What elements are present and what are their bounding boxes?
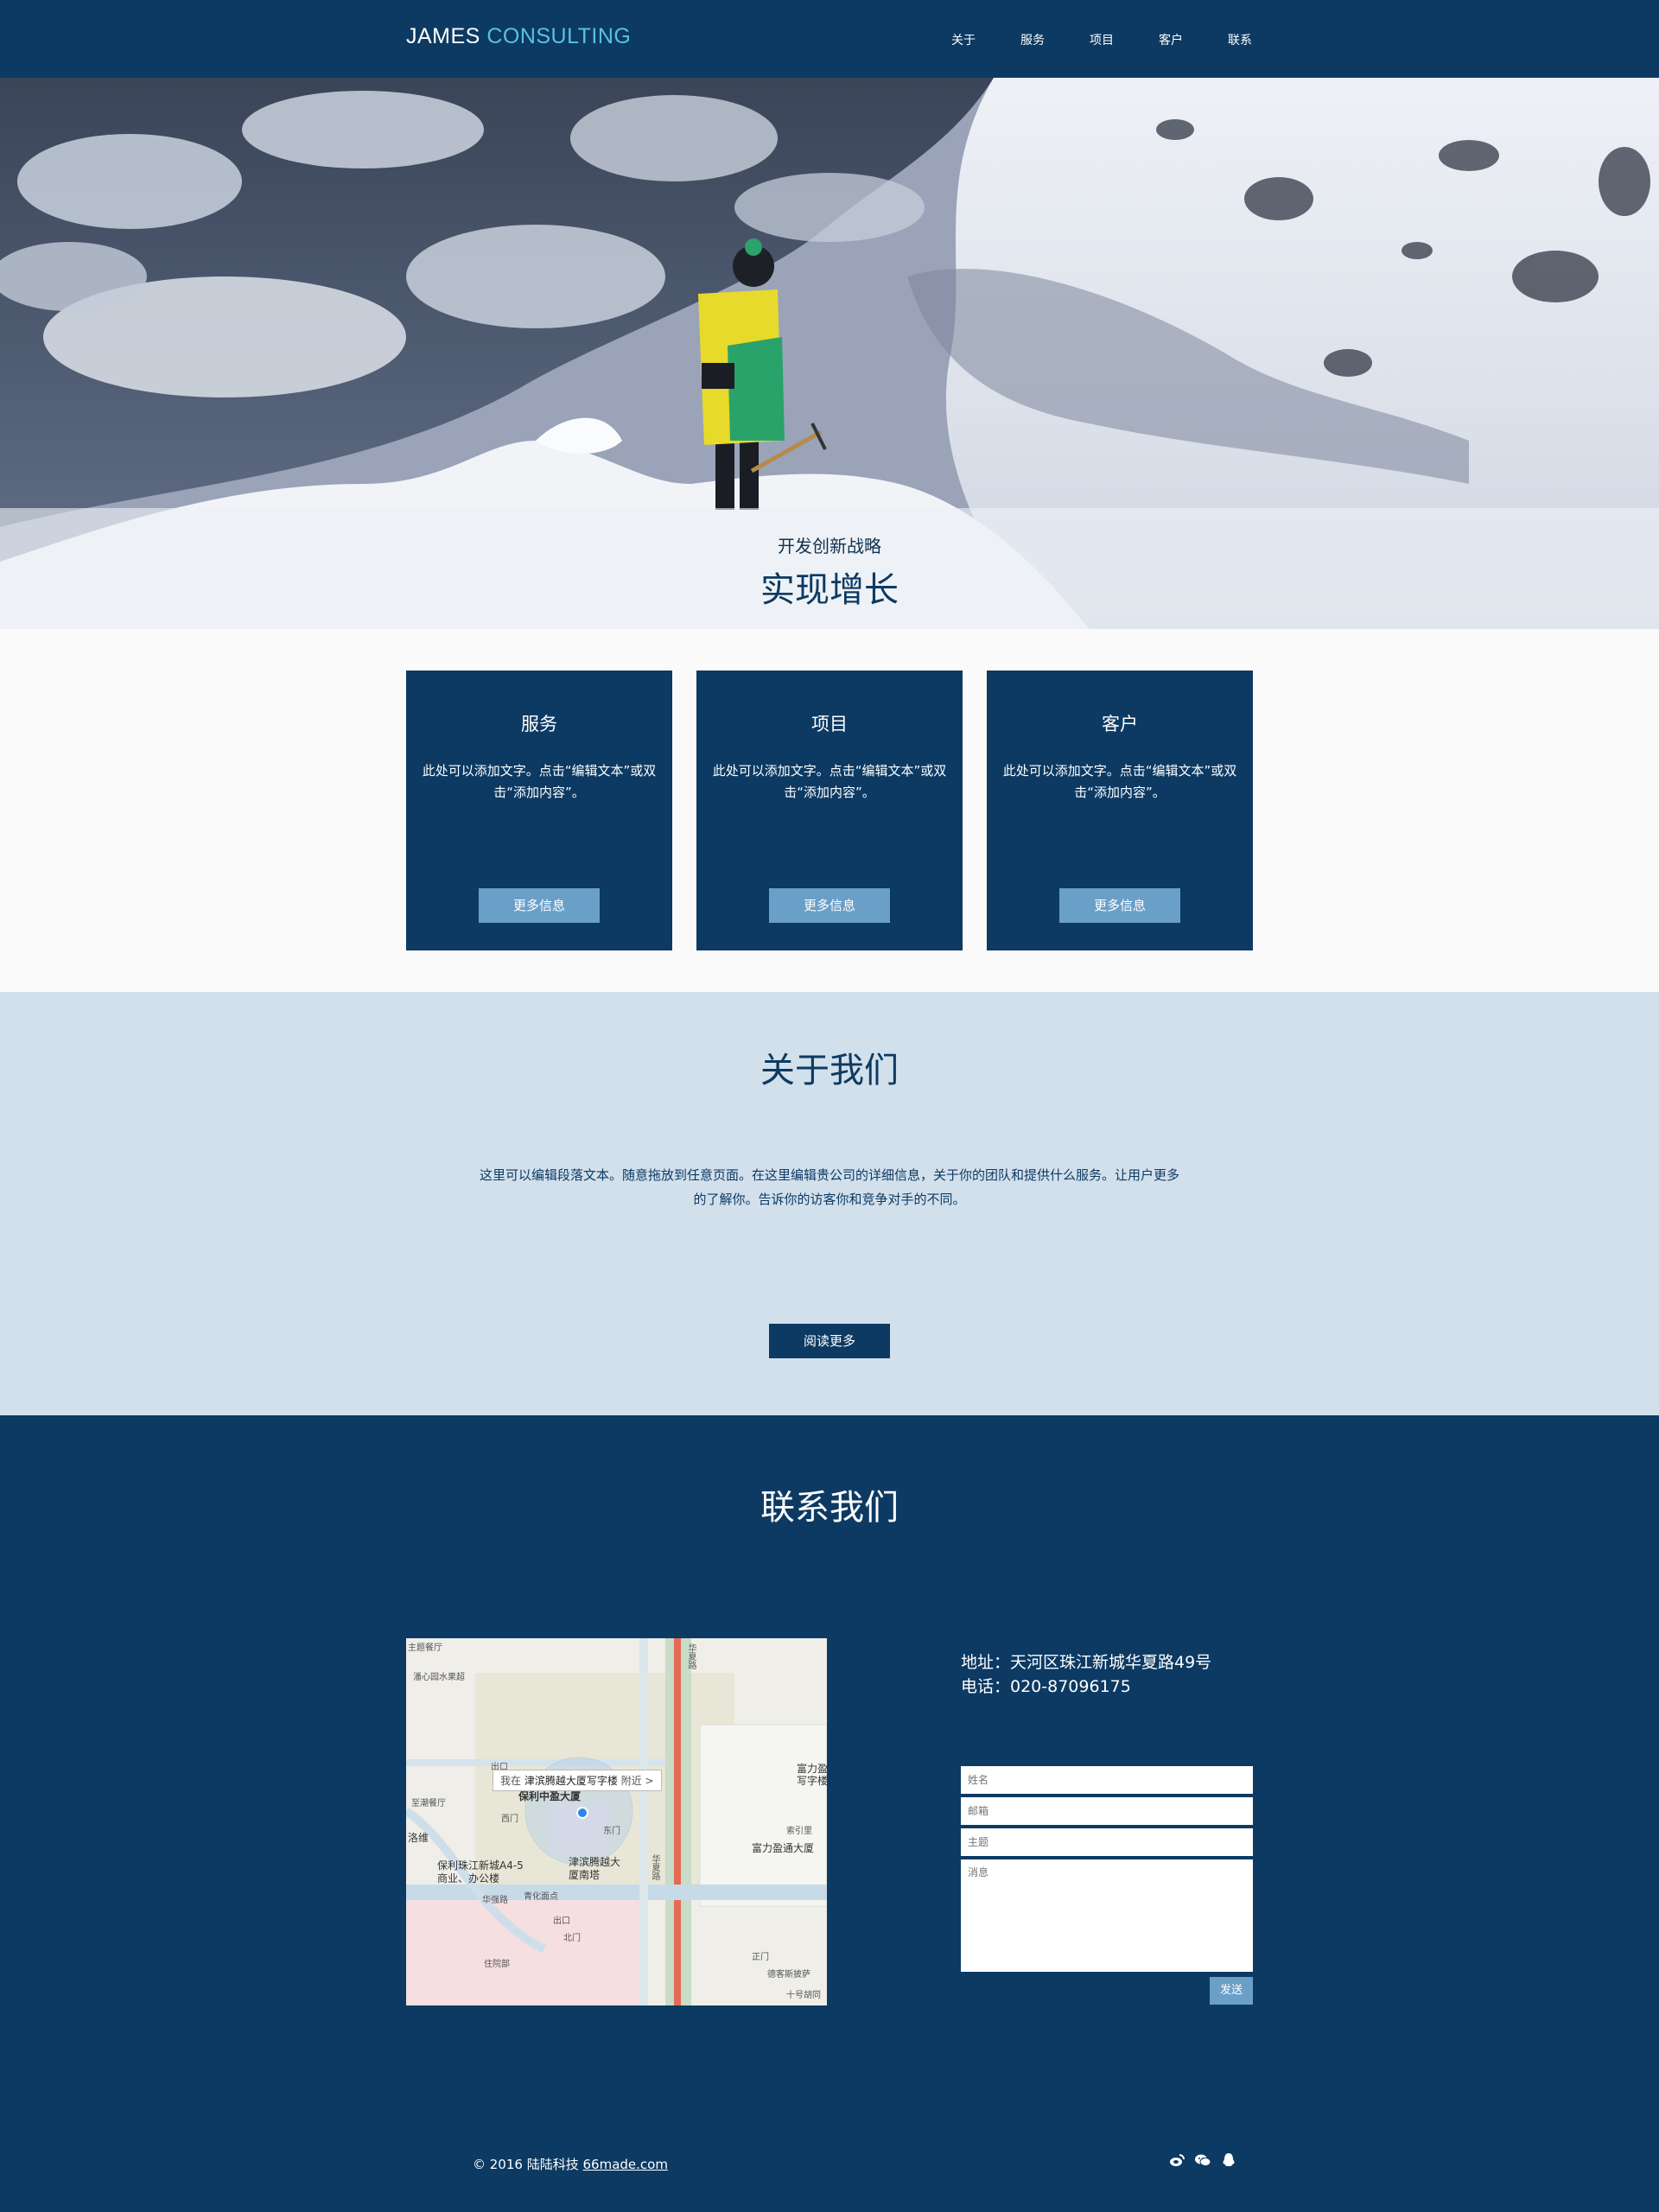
map-label: 索引里 [786, 1827, 812, 1836]
tip-prefix: 我在 [500, 1775, 522, 1787]
map-location-tooltip[interactable]: 我在 津滨腾越大厦写字楼 附近 > [493, 1770, 662, 1791]
location-map[interactable]: 主题餐厅 潘心园水果超 出口 西门 至潮餐厅 洛维 保利珠江新城A4-5商业、办… [406, 1638, 827, 2005]
map-label: 住院部 [484, 1960, 510, 1969]
map-label: 至潮餐厅 [411, 1799, 446, 1808]
map-label: 出口 [553, 1916, 570, 1926]
card-clients: 客户 此处可以添加文字。点击“编辑文本”或双击“添加内容”。 更多信息 [987, 671, 1253, 950]
card-title: 项目 [811, 714, 848, 734]
about-text: 这里可以编辑段落文本。随意拖放到任意页面。在这里编辑贵公司的详细信息，关于你的团… [479, 1167, 1179, 1207]
map-label: 洛维 [408, 1832, 429, 1844]
about-title: 关于我们 [760, 1051, 899, 1090]
name-field[interactable] [961, 1766, 1253, 1794]
map-label: 保利珠江新城A4-5商业、办公楼 [437, 1859, 524, 1885]
social-links [1168, 2152, 1237, 2169]
logo-main: JAMES [406, 24, 480, 48]
map-label: 东门 [603, 1827, 620, 1836]
nav-item-projects[interactable]: 项目 [1067, 31, 1136, 48]
map-label: 德客斯披萨 [767, 1970, 810, 1980]
tip-suffix: 附近 > [620, 1775, 654, 1787]
contact-section: 联系我们 主题餐厅 潘心园水果超 出口 西门 至潮餐厅 洛维 保利珠江新城A4-… [0, 1415, 1659, 2212]
more-info-button[interactable]: 更多信息 [1059, 888, 1180, 923]
site-logo[interactable]: JAMES CONSULTING [406, 24, 631, 49]
card-text: 此处可以添加文字。点击“编辑文本”或双击“添加内容”。 [422, 763, 657, 800]
map-label: 正门 [752, 1953, 769, 1962]
hero-title: 实现增长 [760, 570, 899, 610]
card-projects: 项目 此处可以添加文字。点击“编辑文本”或双击“添加内容”。 更多信息 [696, 671, 963, 950]
site-header: JAMES CONSULTING 关于 服务 项目 客户 联系 [0, 0, 1659, 78]
nav-item-services[interactable]: 服务 [998, 31, 1067, 48]
contact-address: 地址：天河区珠江新城华夏路49号 [961, 1653, 1212, 1672]
contact-title: 联系我们 [760, 1488, 899, 1528]
hero-banner: 开发创新战略 实现增长 [0, 78, 1659, 629]
send-button[interactable]: 发送 [1210, 1977, 1253, 2005]
nav-item-clients[interactable]: 客户 [1136, 31, 1205, 48]
wechat-icon[interactable] [1194, 2152, 1211, 2169]
more-info-button[interactable]: 更多信息 [769, 888, 890, 923]
card-text: 此处可以添加文字。点击“编辑文本”或双击“添加内容”。 [1002, 763, 1237, 800]
map-label: 主题餐厅 [408, 1643, 442, 1653]
card-text: 此处可以添加文字。点击“编辑文本”或双击“添加内容”。 [712, 763, 947, 800]
qq-icon[interactable] [1220, 2152, 1237, 2169]
map-label: 西门 [501, 1815, 518, 1824]
copyright-text: © 2016 陆陆科技 [473, 2157, 579, 2172]
subject-field[interactable] [961, 1828, 1253, 1856]
hero-subtitle: 开发创新战略 [778, 536, 881, 556]
map-label: 华夏路 [650, 1854, 659, 1880]
map-location-pin-icon [576, 1807, 588, 1819]
contact-phone: 电话：020-87096175 [961, 1677, 1131, 1696]
map-label: 富力盈写字楼 [797, 1763, 827, 1787]
about-section: 关于我们 这里可以编辑段落文本。随意拖放到任意页面。在这里编辑贵公司的详细信息，… [0, 992, 1659, 1415]
footer-link[interactable]: 66made.com [583, 2157, 668, 2172]
map-label: 北门 [563, 1934, 581, 1943]
feature-cards-section: 服务 此处可以添加文字。点击“编辑文本”或双击“添加内容”。 更多信息 项目 此… [0, 629, 1659, 992]
nav-item-about[interactable]: 关于 [929, 31, 998, 48]
card-title: 服务 [521, 714, 557, 734]
map-label: 青化面点 [524, 1892, 558, 1902]
message-field[interactable] [961, 1859, 1253, 1972]
tip-place: 津滨腾越大厦写字楼 [524, 1775, 618, 1787]
map-label: 富力盈通大厦 [752, 1842, 815, 1854]
map-label: 华强路 [482, 1896, 508, 1905]
card-title: 客户 [1102, 714, 1138, 734]
email-field[interactable] [961, 1797, 1253, 1825]
weibo-icon[interactable] [1168, 2152, 1185, 2169]
map-label: 十号胡同 [786, 1991, 821, 2000]
more-info-button[interactable]: 更多信息 [479, 888, 600, 923]
read-more-button[interactable]: 阅读更多 [769, 1324, 890, 1358]
nav-item-contact[interactable]: 联系 [1205, 31, 1274, 48]
map-label: 潘心园水果超 [413, 1673, 465, 1682]
footer-copyright: © 2016 陆陆科技 66made.com [473, 2155, 668, 2173]
map-label: 津滨腾越大厦南塔 [569, 1856, 621, 1881]
main-nav: 关于 服务 项目 客户 联系 [929, 31, 1274, 48]
logo-accent: CONSULTING [486, 24, 632, 48]
contact-info: 地址：天河区珠江新城华夏路49号 电话：020-87096175 [961, 1650, 1211, 1699]
card-services: 服务 此处可以添加文字。点击“编辑文本”或双击“添加内容”。 更多信息 [406, 671, 672, 950]
map-label: 华夏路 [686, 1643, 696, 1669]
